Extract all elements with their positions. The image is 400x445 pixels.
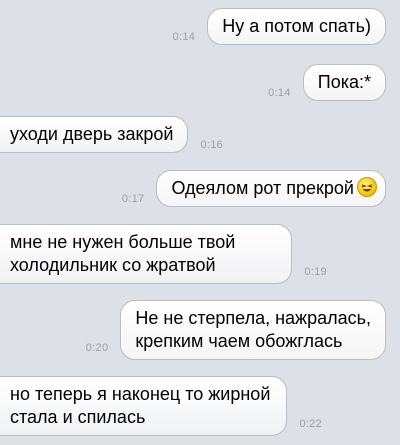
message-text-line: стала и спилась: [10, 407, 146, 427]
message-bubble-incoming[interactable]: но теперь я наконец то жирной стала и сп…: [0, 376, 288, 436]
message-bubble-incoming[interactable]: мне не нужен больше твой холодильник со …: [0, 224, 293, 284]
message-row: мне не нужен больше твой холодильник со …: [0, 224, 327, 284]
message-row: 0:14 Пока:*: [268, 64, 386, 101]
message-text: Пока:*: [317, 72, 371, 92]
message-bubble-outgoing[interactable]: Одеялом рот прекрой: [156, 170, 386, 207]
message-row: уходи дверь закрой 0:16: [0, 116, 223, 153]
timestamp: 0:20: [85, 342, 109, 354]
message-text-line: мне не нужен больше твой: [10, 232, 236, 252]
message-bubble-outgoing[interactable]: Не не стерпела, нажралась, крепким чаем …: [120, 300, 386, 360]
message-text: Ну а потом спать): [222, 16, 371, 36]
message-bubble-outgoing[interactable]: Ну а потом спать): [207, 8, 386, 45]
timestamp: 0:17: [121, 193, 145, 205]
timestamp: 0:14: [268, 87, 291, 99]
message-text-line: холодильник со жратвой: [10, 255, 216, 275]
message-text-line: но теперь я наконец то жирной: [10, 384, 271, 404]
timestamp: 0:16: [200, 139, 224, 151]
message-text: уходи дверь закрой: [10, 124, 174, 144]
message-row: 0:17 Одеялом рот прекрой: [122, 170, 386, 207]
message-row: но теперь я наконец то жирной стала и сп…: [0, 376, 322, 436]
message-row: 0:20 Не не стерпела, нажралась, крепким …: [86, 300, 386, 360]
message-row: 0:14 Ну а потом спать): [173, 8, 386, 45]
timestamp: 0:22: [299, 418, 322, 430]
message-bubble-incoming[interactable]: уходи дверь закрой: [0, 116, 189, 153]
timestamp: 0:14: [172, 31, 196, 43]
timestamp: 0:19: [304, 266, 327, 278]
message-text-line: крепким чаем обожглась: [135, 331, 343, 351]
message-text-line: Не не стерпела, нажралась,: [135, 308, 371, 328]
laughing-face-icon: [357, 177, 377, 197]
message-bubble-outgoing[interactable]: Пока:*: [302, 64, 386, 101]
message-text: Одеялом рот прекрой: [171, 178, 354, 198]
chat-thread: 0:14 Ну а потом спать) 0:14 Пока:* уходи…: [0, 0, 400, 445]
